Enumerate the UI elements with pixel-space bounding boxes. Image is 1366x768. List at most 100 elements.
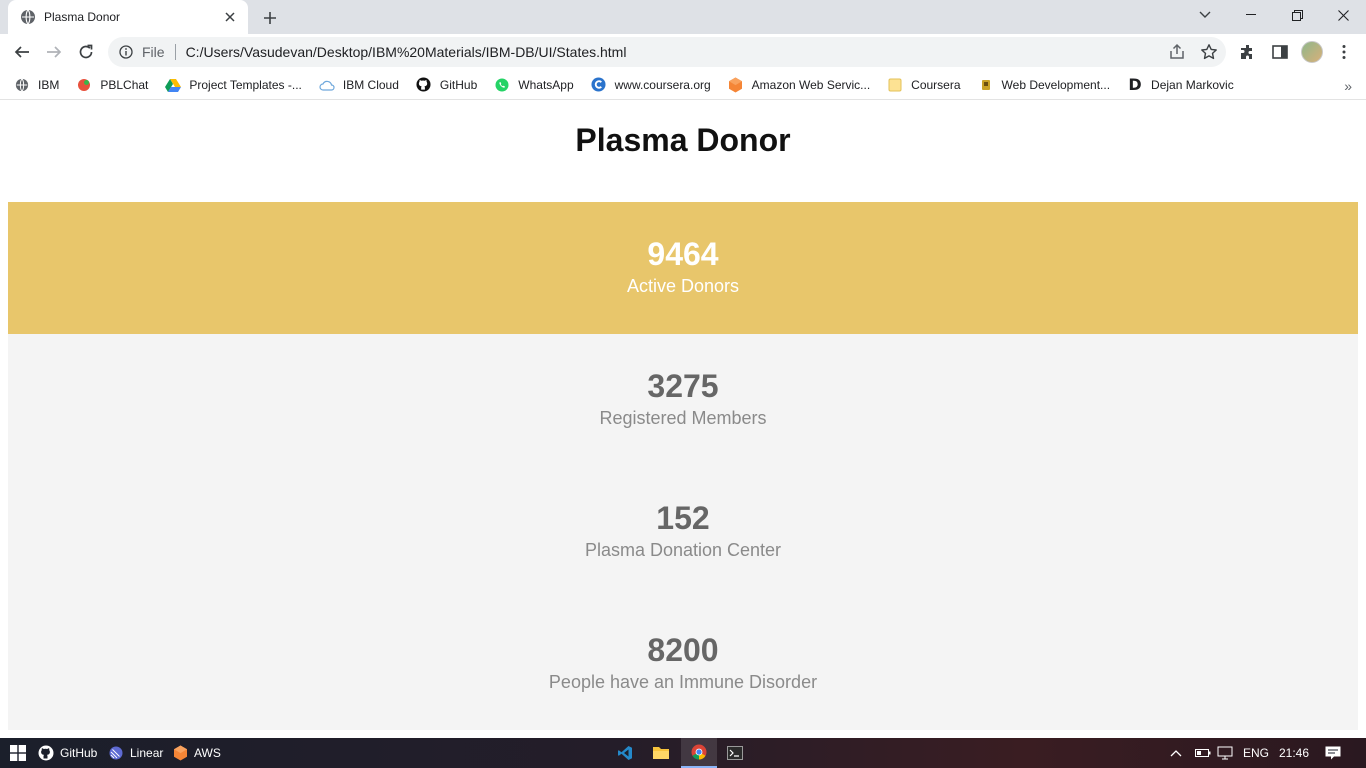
stat-registered-members: 3275 Registered Members <box>8 334 1358 466</box>
aws-icon <box>172 745 188 761</box>
chevron-down-icon <box>1199 11 1211 18</box>
bookmark-label: IBM <box>38 77 60 92</box>
bookmark-whatsapp[interactable]: WhatsApp <box>494 77 574 93</box>
bookmark-label: Dejan Markovic <box>1151 77 1234 92</box>
chevron-up-icon <box>1170 750 1182 757</box>
taskbar-terminal[interactable] <box>717 738 753 768</box>
stat-value: 9464 <box>647 236 719 272</box>
url-scheme-label: File <box>142 44 165 60</box>
vscode-icon <box>618 746 632 760</box>
github-icon <box>38 745 54 761</box>
taskbar-label: Linear <box>130 746 164 760</box>
bookmark-web-development[interactable]: Web Development... <box>978 77 1111 93</box>
folder-icon <box>653 747 669 759</box>
network-icon[interactable] <box>1217 738 1235 768</box>
side-panel-icon[interactable] <box>1270 42 1290 62</box>
bookmark-ibm[interactable]: IBM <box>14 77 59 93</box>
taskbar-vscode[interactable] <box>607 738 643 768</box>
start-button[interactable] <box>0 738 36 768</box>
taskbar-chrome[interactable] <box>681 738 717 768</box>
taskbar-linear[interactable]: Linear <box>108 738 163 768</box>
windows-logo-icon <box>10 745 26 761</box>
terminal-icon <box>727 746 743 760</box>
bookmark-label: www.coursera.org <box>614 77 711 92</box>
taskbar-file-explorer[interactable] <box>643 738 679 768</box>
profile-avatar[interactable] <box>1301 41 1323 63</box>
notifications-icon[interactable] <box>1325 738 1341 768</box>
tab-search-button[interactable] <box>1182 0 1228 30</box>
google-drive-icon <box>165 77 182 93</box>
address-bar[interactable]: File C:/Users/Vasudevan/Desktop/IBM%20Ma… <box>108 37 1226 67</box>
taskbar-github[interactable]: GitHub <box>38 738 97 768</box>
back-button[interactable] <box>8 38 36 66</box>
browser-tab-strip: Plasma Donor <box>0 0 1366 34</box>
new-tab-button[interactable] <box>258 6 282 30</box>
extensions-icon[interactable] <box>1238 42 1258 62</box>
arrow-right-icon <box>47 46 62 58</box>
taskbar-aws[interactable]: AWS <box>172 738 221 768</box>
stat-label: Registered Members <box>599 408 767 428</box>
bookmark-icon <box>978 77 994 93</box>
bookmark-dejan-markovic[interactable]: D Dejan Markovic <box>1127 75 1234 94</box>
bookmarks-bar: IBM PBLChat Project Templates -... IBM C… <box>0 70 1366 100</box>
bookmark-coursera-folder[interactable]: Coursera <box>887 77 961 93</box>
restore-button[interactable] <box>1274 0 1320 30</box>
arrow-left-icon <box>14 46 29 58</box>
chrome-icon <box>691 744 707 760</box>
clock[interactable]: 21:46 <box>1279 738 1309 768</box>
stat-value: 8200 <box>647 632 719 668</box>
taskbar-label: GitHub <box>60 746 98 760</box>
bookmark-label: Amazon Web Servic... <box>751 77 871 92</box>
bookmark-label: GitHub <box>439 77 478 92</box>
d-logo-icon: D <box>1128 75 1142 94</box>
forward-button[interactable] <box>40 38 68 66</box>
stats-panel: 9464 Active Donors 3275 Registered Membe… <box>8 202 1358 730</box>
share-icon[interactable] <box>1168 43 1186 66</box>
minimize-icon <box>1246 14 1256 15</box>
whatsapp-icon <box>494 77 510 93</box>
bookmark-label: Coursera <box>911 77 961 92</box>
close-icon <box>1337 9 1349 21</box>
folder-icon <box>887 77 903 93</box>
bookmark-coursera-org[interactable]: www.coursera.org <box>591 77 711 93</box>
stat-label: Plasma Donation Center <box>584 540 782 560</box>
info-icon[interactable] <box>119 45 133 59</box>
stat-label: Active Donors <box>626 276 740 296</box>
stat-label: People have an Immune Disorder <box>548 672 818 692</box>
cloud-icon <box>319 77 335 93</box>
url-text[interactable]: C:/Users/Vasudevan/Desktop/IBM%20Materia… <box>186 44 627 60</box>
bookmark-label: Project Templates -... <box>189 77 302 92</box>
star-icon[interactable] <box>1200 43 1218 66</box>
bookmark-label: WhatsApp <box>518 77 574 92</box>
github-icon <box>416 77 432 93</box>
tab-plasma-donor[interactable]: Plasma Donor <box>8 0 248 34</box>
battery-icon[interactable] <box>1195 738 1211 768</box>
reload-icon <box>79 44 93 59</box>
bookmark-github[interactable]: GitHub <box>416 77 477 93</box>
linear-icon <box>108 745 124 761</box>
menu-dots-icon[interactable] <box>1334 42 1354 62</box>
close-window-button[interactable] <box>1320 0 1366 30</box>
bookmark-project-templates[interactable]: Project Templates -... <box>165 77 302 93</box>
stat-active-donors: 9464 Active Donors <box>8 202 1358 334</box>
aws-icon <box>728 77 744 93</box>
language-indicator[interactable]: ENG <box>1243 738 1269 768</box>
globe-icon <box>14 77 30 93</box>
close-tab-icon[interactable] <box>222 9 238 25</box>
chevron-double-right-icon[interactable]: » <box>1344 78 1352 94</box>
pblchat-icon <box>76 77 92 93</box>
bookmark-ibm-cloud[interactable]: IBM Cloud <box>319 77 399 93</box>
stat-value: 152 <box>656 500 710 536</box>
reload-button[interactable] <box>72 38 100 66</box>
bookmark-label: IBM Cloud <box>342 77 399 92</box>
bookmark-label: Web Development... <box>1001 77 1111 92</box>
bookmark-aws[interactable]: Amazon Web Servic... <box>728 77 871 93</box>
bookmark-pblchat[interactable]: PBLChat <box>76 77 148 93</box>
stat-value: 3275 <box>647 368 719 404</box>
taskbar-label: AWS <box>194 746 221 760</box>
windows-taskbar: GitHub Linear AWS ENG 21:46 <box>0 738 1366 768</box>
show-hidden-icons[interactable] <box>1170 738 1182 768</box>
minimize-button[interactable] <box>1228 0 1274 30</box>
tab-title: Plasma Donor <box>44 10 121 24</box>
stat-donation-centers: 152 Plasma Donation Center <box>8 466 1358 598</box>
